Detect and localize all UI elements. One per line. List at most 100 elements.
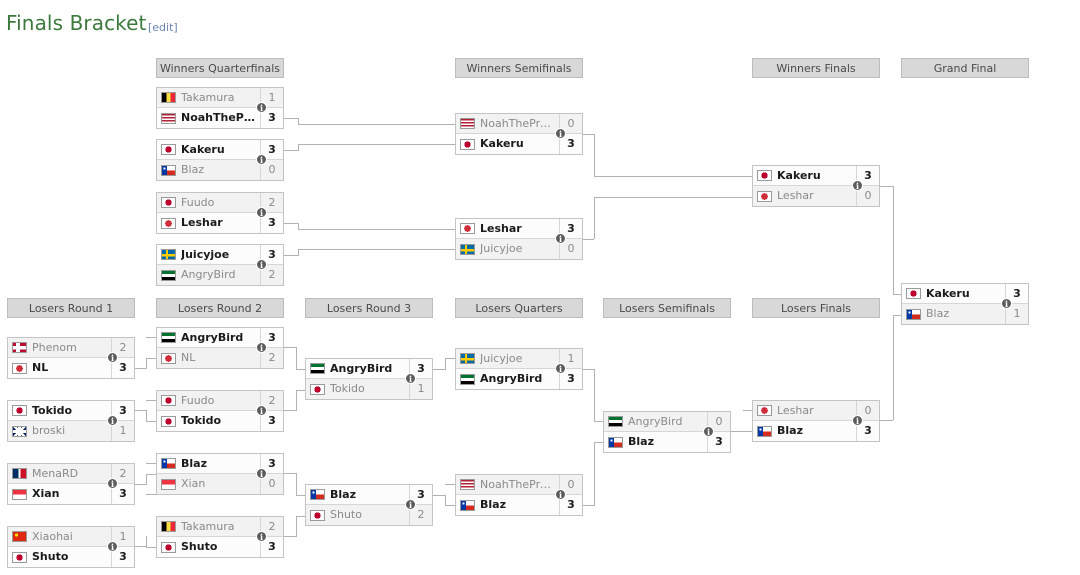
info-icon[interactable]: i xyxy=(555,489,566,500)
match-box[interactable]: MenaRD 2 Xian 3 i xyxy=(7,463,135,505)
flag-icon-kr xyxy=(161,352,176,364)
flag-icon-jp xyxy=(161,395,176,406)
info-icon[interactable]: i xyxy=(256,405,267,416)
player-name: Juicyjoe xyxy=(480,351,523,365)
page-title: Finals Bracket xyxy=(6,11,147,35)
flag-icon-do xyxy=(12,468,27,479)
match-box[interactable]: Leshar 0 Blaz 3 i xyxy=(752,400,880,442)
info-icon[interactable]: i xyxy=(852,180,863,191)
round-header-losers-quarters: Losers Quarters xyxy=(455,298,583,318)
flag-icon-jp xyxy=(310,383,325,395)
flag-icon-kr xyxy=(757,405,772,416)
player-name: Kakeru xyxy=(480,137,524,150)
flag-icon-be xyxy=(161,521,176,532)
info-icon[interactable]: i xyxy=(1001,298,1012,309)
flag-icon-se xyxy=(161,249,176,260)
match-box[interactable]: Xiaohai 1 Shuto 3 i xyxy=(7,526,135,568)
player-name: Leshar xyxy=(777,189,814,202)
info-icon[interactable]: i xyxy=(555,233,566,244)
info-icon[interactable]: i xyxy=(256,207,267,218)
player-name: Leshar xyxy=(181,216,223,229)
info-icon[interactable]: i xyxy=(852,415,863,426)
flag-icon-jp xyxy=(161,415,176,427)
match-box[interactable]: Takamura 2 Shuto 3 i xyxy=(156,516,284,558)
flag-icon-sg xyxy=(161,478,176,490)
flag-icon-ae xyxy=(310,363,325,374)
flag-icon-jp xyxy=(757,170,772,181)
match-box[interactable]: AngryBird 3 NL 2 i xyxy=(156,327,284,369)
match-box[interactable]: Fuudo 2 Leshar 3 i xyxy=(156,192,284,234)
info-icon[interactable]: i xyxy=(256,102,267,113)
round-header-losers-round-2: Losers Round 2 xyxy=(156,298,284,318)
match-box[interactable]: Kakeru 3 Blaz 0 i xyxy=(156,139,284,181)
flag-icon-kr xyxy=(757,190,772,202)
player-name: Blaz xyxy=(181,456,207,470)
info-icon[interactable]: i xyxy=(256,259,267,270)
flag-icon-kr xyxy=(161,217,176,229)
info-icon[interactable]: i xyxy=(703,426,714,437)
player-name: Xian xyxy=(181,477,206,490)
match-box[interactable]: Takamura 1 NoahTheProdigy 3 i xyxy=(156,87,284,129)
player-name: Shuto xyxy=(32,550,69,563)
player-name: Tokido xyxy=(181,414,222,427)
info-icon[interactable]: i xyxy=(256,531,267,542)
flag-icon-jp xyxy=(161,541,176,553)
flag-icon-us xyxy=(460,479,475,490)
flag-icon-cn xyxy=(12,531,27,542)
info-icon[interactable]: i xyxy=(107,478,118,489)
match-box[interactable]: AngryBird 0 Blaz 3 i xyxy=(603,411,731,453)
match-box[interactable]: NoahTheProdigy 0 Blaz 3 i xyxy=(455,474,583,516)
player-name: AngryBird xyxy=(480,372,543,385)
flag-icon-ae xyxy=(161,269,176,281)
match-box[interactable]: Juicyjoe 1 AngryBird 3 i xyxy=(455,348,583,390)
player-name: Tokido xyxy=(330,382,365,395)
player-name: Takamura xyxy=(181,90,235,104)
flag-icon-ae xyxy=(608,416,623,427)
match-box[interactable]: AngryBird 3 Tokido 1 i xyxy=(305,358,433,400)
info-icon[interactable]: i xyxy=(555,128,566,139)
info-icon[interactable]: i xyxy=(107,541,118,552)
match-box[interactable]: Leshar 3 Juicyjoe 0 i xyxy=(455,218,583,260)
edit-link[interactable]: [edit] xyxy=(148,21,178,34)
player-name: NoahTheProdigy xyxy=(480,477,559,491)
flag-icon-cl xyxy=(608,436,623,448)
match-box[interactable]: Blaz 3 Xian 0 i xyxy=(156,453,284,495)
round-header-grand-final: Grand Final xyxy=(901,58,1029,78)
match-box[interactable]: Phenom 2 NL 3 i xyxy=(7,337,135,379)
info-icon[interactable]: i xyxy=(405,373,416,384)
round-header-winners-finals: Winners Finals xyxy=(752,58,880,78)
flag-icon-cl xyxy=(460,499,475,511)
player-name: Leshar xyxy=(777,403,814,417)
info-icon[interactable]: i xyxy=(256,342,267,353)
match-box[interactable]: NoahTheProdigy 0 Kakeru 3 i xyxy=(455,113,583,155)
info-icon[interactable]: i xyxy=(555,363,566,374)
player-name: NL xyxy=(181,351,196,364)
flag-icon-sg xyxy=(12,488,27,500)
match-box[interactable]: Kakeru 3 Blaz 1 i xyxy=(901,283,1029,325)
info-icon[interactable]: i xyxy=(256,154,267,165)
player-name: Fuudo xyxy=(181,195,215,209)
info-icon[interactable]: i xyxy=(405,499,416,510)
flag-icon-kr xyxy=(12,362,27,374)
player-name: Blaz xyxy=(926,307,950,320)
flag-icon-jp xyxy=(12,405,27,416)
match-box[interactable]: Blaz 3 Shuto 2 i xyxy=(305,484,433,526)
player-name: Blaz xyxy=(480,498,506,511)
flag-icon-se xyxy=(460,353,475,364)
flag-icon-us xyxy=(161,112,176,124)
match-box[interactable]: Tokido 3 broski 1 i xyxy=(7,400,135,442)
flag-icon-cl xyxy=(161,164,176,176)
flag-icon-jp xyxy=(12,551,27,563)
info-icon[interactable]: i xyxy=(107,352,118,363)
flag-icon-gb xyxy=(12,425,27,437)
info-icon[interactable]: i xyxy=(256,468,267,479)
match-box[interactable]: Kakeru 3 Leshar 0 i xyxy=(752,165,880,207)
player-name: Xiaohai xyxy=(32,529,73,543)
match-box[interactable]: Juicyjoe 3 AngryBird 2 i xyxy=(156,244,284,286)
player-name: NoahTheProdigy xyxy=(480,116,559,130)
info-icon[interactable]: i xyxy=(107,415,118,426)
flag-icon-be xyxy=(161,92,176,103)
match-box[interactable]: Fuudo 2 Tokido 3 i xyxy=(156,390,284,432)
player-name: Phenom xyxy=(32,340,77,354)
player-name: Blaz xyxy=(181,163,205,176)
